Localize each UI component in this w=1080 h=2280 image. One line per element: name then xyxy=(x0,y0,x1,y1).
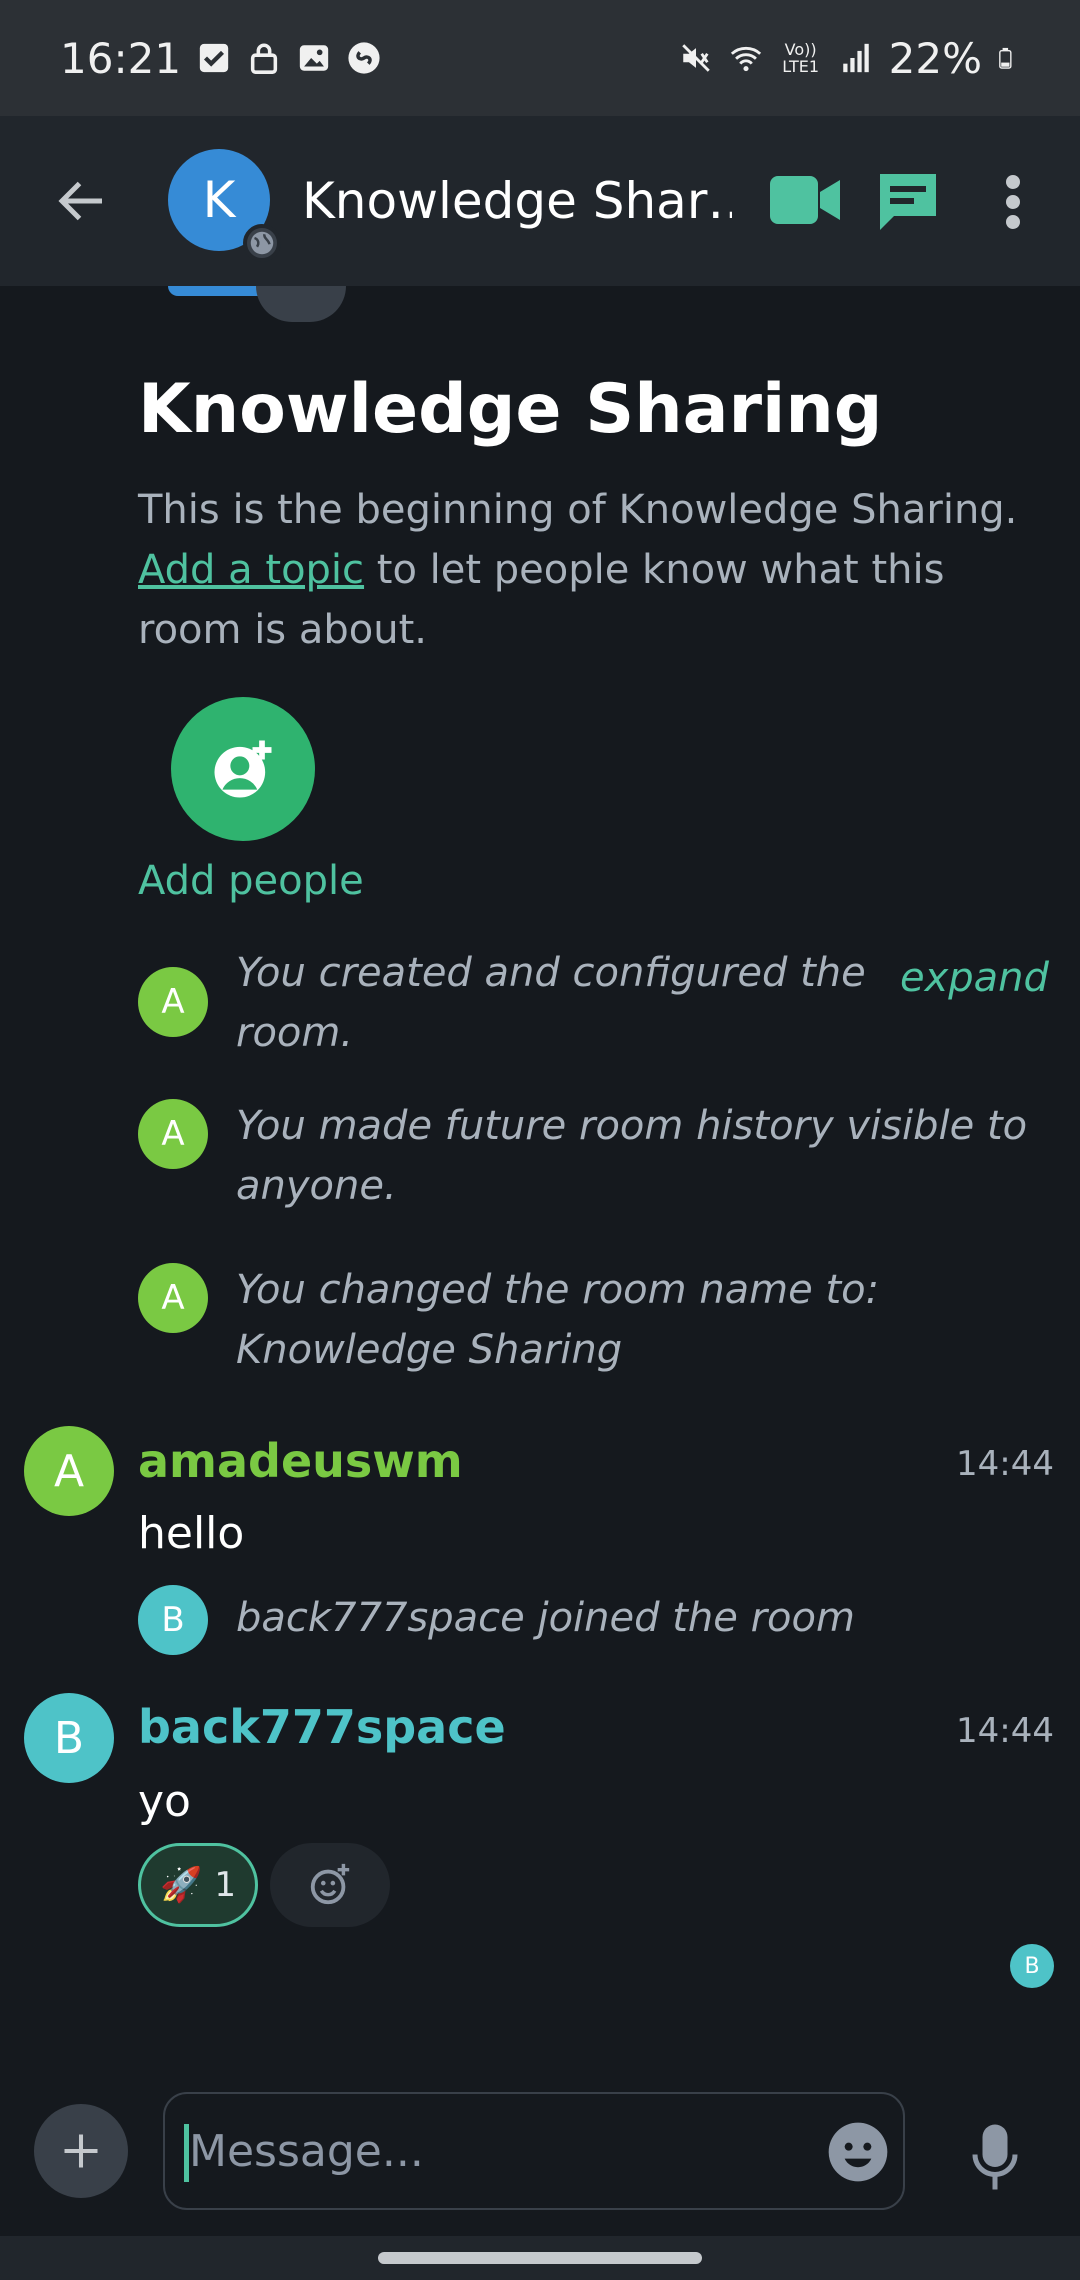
event-text: room. xyxy=(236,1010,354,1056)
video-call-icon[interactable] xyxy=(770,174,842,226)
mute-icon xyxy=(681,44,710,72)
expand-link[interactable]: expand xyxy=(900,955,1049,1001)
avatar[interactable]: A xyxy=(138,1099,208,1169)
home-gesture-handle[interactable] xyxy=(378,2252,702,2264)
avatar[interactable]: A xyxy=(138,1263,208,1333)
text-cursor xyxy=(184,2124,189,2182)
message-body[interactable]: yo xyxy=(138,1776,191,1827)
attach-button[interactable] xyxy=(34,2104,128,2198)
rocket-emoji: 🚀 xyxy=(160,1865,203,1905)
room-title: Knowledge Sharing xyxy=(138,370,883,449)
add-people-button[interactable] xyxy=(171,697,315,841)
message-timestamp: 14:44 xyxy=(956,1711,1054,1751)
reaction-count: 1 xyxy=(214,1865,236,1905)
avatar[interactable]: A xyxy=(24,1426,114,1516)
gallery-icon xyxy=(299,45,329,71)
add-topic-link[interactable]: Add a topic xyxy=(138,547,364,593)
room-event: You created and configured the room. xyxy=(236,943,866,1063)
avatar[interactable]: A xyxy=(138,967,208,1037)
message-timestamp: 14:44 xyxy=(956,1444,1054,1484)
avatar[interactable]: B xyxy=(24,1693,114,1783)
event-text: You changed the room name to: xyxy=(236,1267,880,1313)
microphone-icon[interactable] xyxy=(970,2122,1020,2192)
emoji-icon[interactable] xyxy=(826,2120,890,2184)
add-people-label[interactable]: Add people xyxy=(138,858,364,904)
room-intro: This is the beginning of Knowledge Shari… xyxy=(138,480,1018,660)
room-event: You made future room history visible to … xyxy=(236,1096,1027,1216)
event-text: You created and configured the xyxy=(236,950,866,996)
wifi-icon xyxy=(730,46,761,72)
add-reaction-icon xyxy=(310,1863,350,1905)
intro-text: This is the beginning of Knowledge Shari… xyxy=(138,487,1018,533)
event-text: Knowledge Sharing xyxy=(236,1327,623,1373)
avatar[interactable]: B xyxy=(138,1585,208,1655)
globe-icon xyxy=(243,224,281,262)
battery-icon xyxy=(999,47,1012,69)
room-name[interactable]: Knowledge Shar… xyxy=(302,172,732,230)
event-text: anyone. xyxy=(236,1163,397,1209)
more-options-icon[interactable] xyxy=(998,174,1028,230)
room-avatar-large xyxy=(168,286,270,296)
reaction-pill[interactable]: 🚀 1 xyxy=(138,1843,258,1927)
plus-icon xyxy=(64,2134,98,2168)
signal-icon xyxy=(842,43,869,73)
room-header: K Knowledge Shar… xyxy=(0,116,1080,286)
event-text: You made future room history visible to xyxy=(236,1103,1028,1149)
add-person-icon xyxy=(214,740,272,798)
clock: 16:21 xyxy=(60,33,182,83)
sender-name[interactable]: amadeuswm xyxy=(138,1434,463,1488)
add-reaction-button[interactable] xyxy=(270,1843,390,1927)
checkbox-icon xyxy=(199,43,229,73)
lock-icon xyxy=(250,43,278,74)
battery-percent: 22% xyxy=(888,33,982,83)
volte-icon: Vo)) LTE1 xyxy=(782,40,820,76)
join-event-text: back777space joined the room xyxy=(236,1595,855,1641)
status-bar: 16:21 Vo)) LTE1 22% xyxy=(0,0,1080,116)
room-event: You changed the room name to: Knowledge … xyxy=(236,1260,879,1380)
back-arrow-icon[interactable] xyxy=(52,171,112,231)
threads-icon[interactable] xyxy=(876,170,940,232)
message-input[interactable] xyxy=(163,2092,905,2210)
camera-badge-icon[interactable] xyxy=(256,286,346,322)
message-body[interactable]: hello xyxy=(138,1508,244,1559)
sender-name[interactable]: back777space xyxy=(138,1700,506,1754)
shazam-icon xyxy=(348,42,380,74)
read-receipt-avatar[interactable]: B xyxy=(1010,1944,1054,1988)
